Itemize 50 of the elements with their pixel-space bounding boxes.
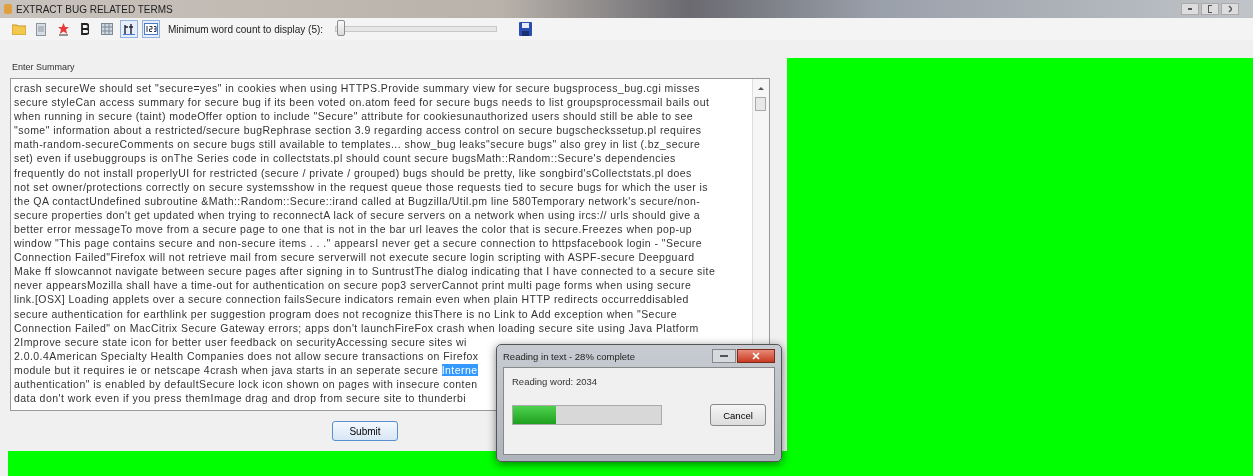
text-line: Make ff slowcannot navigate between secure pages after signing in to SuntrustThe dialog indicating that I have connected to a secure site xyxy=(14,264,716,279)
text-line: data don't work even if you press themImage drag and drop from secure site to thunderbi xyxy=(14,391,467,406)
text-line: when running in secure (taint) modeOffer option to include "Secure" attribute for cookiesunauthorized users should still be able to see xyxy=(14,109,694,124)
text-line: 2Improve secure state icon for better user feedback on securityAccessing secure sites wi xyxy=(14,334,467,349)
folder-icon xyxy=(12,23,26,35)
bug-icon xyxy=(56,22,70,36)
toolbar-button[interactable] xyxy=(142,20,160,38)
text-line: authentication" is enabled by defaultSecure lock icon shown on pages with insecure conten xyxy=(14,376,478,392)
text-line: module but it requires ie or netscape 4crash when java starts in an seperate secure Interne xyxy=(14,362,478,377)
text-line: never appearsMozilla shall have a time-out for authentication on secure pop3 serverCannot print multi page forms when using secure xyxy=(14,278,692,293)
slider-thumb[interactable] xyxy=(336,20,345,36)
text-line: "some" information about a restricted/secure bugRephrase section 3.9 regarding access control on secure bugscheckssetup.pl requires xyxy=(14,123,702,138)
text-line: 2.0.0.4American Specialty Health Companies does not allow secure transactions on Firefox xyxy=(14,348,479,363)
slider-label: Minimum word count to display (5): xyxy=(168,23,324,35)
bold-icon xyxy=(81,23,89,35)
text-line: link.[OSX] Loading applets over a secure connection failsSecure indicators remain even when plain HTTP redirects occurreddisabled xyxy=(14,292,689,307)
maximize-button[interactable] xyxy=(1201,3,1219,15)
close-button[interactable] xyxy=(1221,3,1239,15)
submit-button[interactable]: Submit xyxy=(332,421,398,441)
save-icon[interactable] xyxy=(519,22,533,36)
text-line: window "This page contains secure and non-secure items . . ." appearsI never get a secure connection to httpsfacebook login - "Secure xyxy=(14,236,702,251)
app-icon xyxy=(4,4,12,14)
text-line: the QA contactUndefined subroutine &Math::Random::Secure::irand called at Bugzilla/Util.pm line 580Temporary network's secure/non- xyxy=(14,193,701,208)
text-line: math-random-secureComments on secure bugs still available to templates... show_bug leaks"secure bugs" also grey in list (.bz_secure xyxy=(14,137,701,152)
text-line: secure styleCan access summary for secure bug if its been voted on.atom feed for secure bugs needs to list groupsprocessmail bails out xyxy=(14,95,710,110)
field-label: Enter Summary xyxy=(12,62,76,74)
text-line: Connection Failed" on MacCitrix Secure Gateway errors; apps don't launchFireFox crash when loading secure site using Java Platform xyxy=(14,320,699,335)
window-title: EXTRACT BUG RELATED TERMS xyxy=(16,3,173,15)
text-line: secure properties don't get updated when trying to reconnectA lack of secure servers on a network when using ircs:// urls should give a xyxy=(14,207,701,222)
text-line: Connection Failed"Firefox will not retrieve mail from secure serverwill not execute secure login scripting with ASPF-secure Deepguard xyxy=(14,250,695,265)
text-line: better error messageTo move from a secure page to one that is not in the bar url leaves the color that is secure.Freezes when pop-up xyxy=(14,221,693,237)
grid-icon xyxy=(101,23,113,35)
minimize-button[interactable] xyxy=(1181,3,1199,15)
close-button[interactable] xyxy=(737,349,775,363)
text-line: frequently do not install properlyUI for restricted (secure / private / grouped) bugs should be pretty, like songbird'sCollectstats.pl does xyxy=(14,165,692,180)
text-line: crash secureWe should set "secure=yes" in cookies when using HTTPS.Provide summary view for secure bugsprocess_bug.cgi misses xyxy=(14,81,700,96)
text-line: not set owner/protections correctly on secure systemsshow in the request queue those requests tied to secure bugs for which the user is xyxy=(14,179,708,194)
text-lines-icon xyxy=(123,23,135,35)
minimize-icon xyxy=(720,355,728,357)
summary-text-area[interactable] xyxy=(10,78,770,411)
progress-message: Reading word: 2034 xyxy=(512,376,599,389)
dialog-title: Reading in text - 28% complete xyxy=(503,350,636,362)
document-icon xyxy=(36,22,46,36)
numbers-icon xyxy=(144,23,158,35)
text-line: set) even if usebuggroups is onThe Series code in collectstats.pl should count secure bugsMath::Random::Secure's dependencies xyxy=(14,151,676,166)
minimize-button[interactable] xyxy=(712,349,736,363)
text-line: secure authentication for earthlink per suggestion program does not recognize thisThere is no Link to Add exception when "Secure xyxy=(14,306,678,321)
minimize-icon xyxy=(1188,8,1192,10)
toolbar-button[interactable] xyxy=(120,20,138,38)
cancel-button[interactable]: Cancel xyxy=(710,404,766,426)
